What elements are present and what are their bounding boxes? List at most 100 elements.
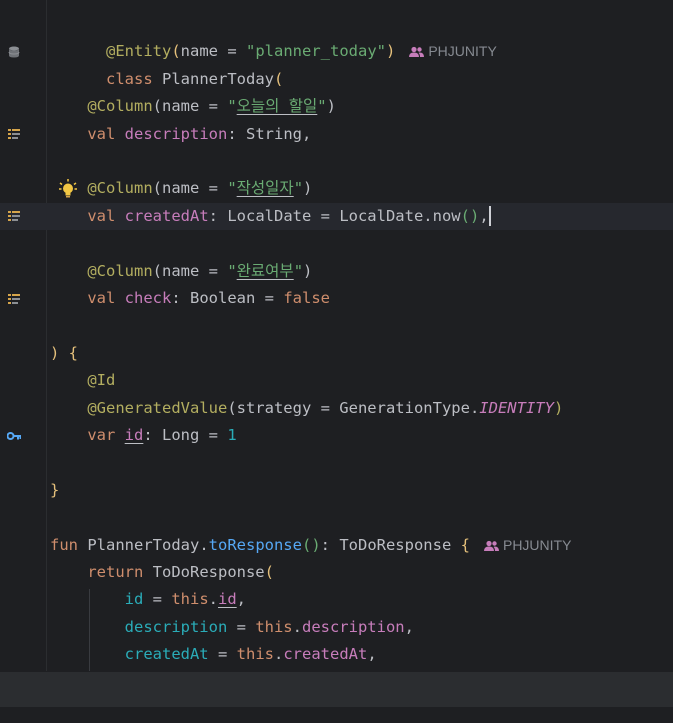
string-quote: " [293, 179, 304, 198]
code-editor[interactable]: @Entity(name = "planner_today") PHJUNITY … [0, 0, 673, 671]
database-icon[interactable] [6, 38, 22, 65]
annotation: @Id [87, 371, 116, 390]
dot: . [273, 645, 284, 664]
keyword: fun [50, 535, 78, 554]
paren: ( [274, 69, 284, 88]
comma: , [236, 590, 247, 609]
column-mapping-icon[interactable] [6, 121, 22, 148]
string-quote: " [227, 179, 237, 198]
code-line-1[interactable]: @Entity(name = "planner_today") PHJUNITY [0, 11, 673, 60]
string-literal: 작성일자 [236, 179, 294, 198]
keyword: return [87, 563, 144, 581]
keyword: this [171, 590, 209, 609]
assign: = [227, 617, 256, 636]
keyword: this [255, 617, 293, 636]
property-name: createdAt [283, 645, 368, 664]
keyword: var [87, 426, 116, 444]
code-line-21[interactable]: return ToDoResponse( [0, 559, 673, 586]
argument: (name = [152, 261, 228, 280]
paren: ) [326, 97, 336, 116]
property-name: check [124, 289, 172, 307]
code-line-13[interactable]: ) { [0, 340, 673, 367]
code-line-5[interactable]: val description: String, [0, 121, 673, 148]
code-line-24[interactable]: createdAt = this.createdAt, [0, 641, 673, 668]
named-argument: id [124, 590, 144, 609]
indent-guide [89, 589, 90, 671]
code-line-18[interactable]: } [0, 477, 673, 504]
brace: { [59, 343, 79, 362]
property-name: description [301, 617, 405, 636]
column-mapping-icon[interactable] [6, 203, 22, 230]
text-caret [488, 206, 491, 227]
type-decl: : String, [227, 124, 312, 143]
property-name: createdAt [124, 206, 209, 225]
call-parens: () [301, 535, 321, 554]
code-line-2[interactable]: class PlannerToday( [0, 38, 673, 88]
string-literal: 오늘의 할일 [236, 97, 318, 116]
type-decl: : LocalDate = LocalDate. [208, 206, 433, 225]
people-icon [483, 540, 499, 551]
column-mapping-icon[interactable] [6, 285, 22, 312]
code-line-7[interactable]: @Column(name = "작성일자") [0, 175, 673, 202]
named-argument: createdAt [124, 645, 209, 664]
function-call: now [432, 206, 461, 225]
keyword: this [236, 645, 274, 664]
comma: , [479, 206, 489, 225]
code-line-11[interactable]: val check: Boolean = false [0, 285, 673, 312]
keyword: class [106, 69, 153, 88]
author-hint[interactable]: PHJUNITY [483, 536, 572, 553]
named-argument: description [124, 617, 228, 636]
paren: ) [50, 343, 60, 362]
code-line-16[interactable]: var id: Long = 1 [0, 422, 673, 449]
return-type: : ToDoResponse [320, 535, 461, 554]
argument: (name = [152, 97, 228, 116]
paren: ( [264, 563, 274, 581]
dot: . [292, 617, 302, 636]
brace: { [460, 535, 470, 554]
code-line-10[interactable]: @Column(name = "완료여부") [0, 258, 673, 285]
code-line-20[interactable]: fun PlannerToday.toResponse(): ToDoRespo… [0, 532, 673, 559]
keyword: val [87, 124, 116, 143]
number-literal: 1 [227, 426, 237, 444]
argument: (name = [152, 179, 228, 198]
code-line-14[interactable]: @Id [0, 367, 673, 394]
paren: ) [553, 398, 564, 417]
property-name: id [218, 590, 237, 609]
code-line-4[interactable]: @Column(name = "오늘의 할일") [0, 93, 673, 120]
assign: = [143, 590, 172, 609]
type-decl: : Long = [143, 426, 228, 444]
author-name: PHJUNITY [502, 536, 572, 553]
boolean-literal: false [283, 289, 330, 307]
string-quote: " [227, 97, 237, 116]
code-line-22[interactable]: id = this.id, [0, 586, 673, 613]
comma: , [367, 645, 377, 664]
type-decl: : Boolean = [171, 289, 284, 307]
key-icon[interactable] [6, 422, 22, 449]
argument: (strategy = GenerationType. [227, 398, 480, 417]
constructor-call: ToDoResponse [143, 563, 265, 581]
string-literal: 완료여부 [236, 261, 294, 280]
keyword: val [87, 206, 116, 225]
paren: ) [303, 179, 313, 198]
brace: } [50, 480, 60, 499]
function-name: toResponse [208, 535, 302, 554]
annotation: @Column [87, 97, 153, 116]
annotation: @GeneratedValue [87, 398, 228, 417]
keyword: val [87, 289, 116, 307]
receiver-type: PlannerToday. [78, 535, 209, 554]
property-name: description [124, 124, 228, 143]
enum-constant: IDENTITY [479, 398, 554, 417]
assign: = [208, 645, 237, 664]
code-line-15[interactable]: @GeneratedValue(strategy = GenerationTyp… [0, 395, 673, 422]
comma: , [404, 617, 414, 636]
property-name: id [124, 426, 144, 444]
class-name: PlannerToday [152, 69, 274, 88]
bottom-bar [0, 671, 673, 707]
dot: . [208, 590, 218, 609]
annotation: @Column [87, 179, 153, 198]
string-quote: " [227, 261, 237, 280]
code-line-8[interactable]: val createdAt: LocalDate = LocalDate.now… [0, 202, 673, 231]
code-line-23[interactable]: description = this.description, [0, 614, 673, 641]
string-quote: " [317, 97, 327, 116]
annotation: @Column [87, 261, 153, 280]
